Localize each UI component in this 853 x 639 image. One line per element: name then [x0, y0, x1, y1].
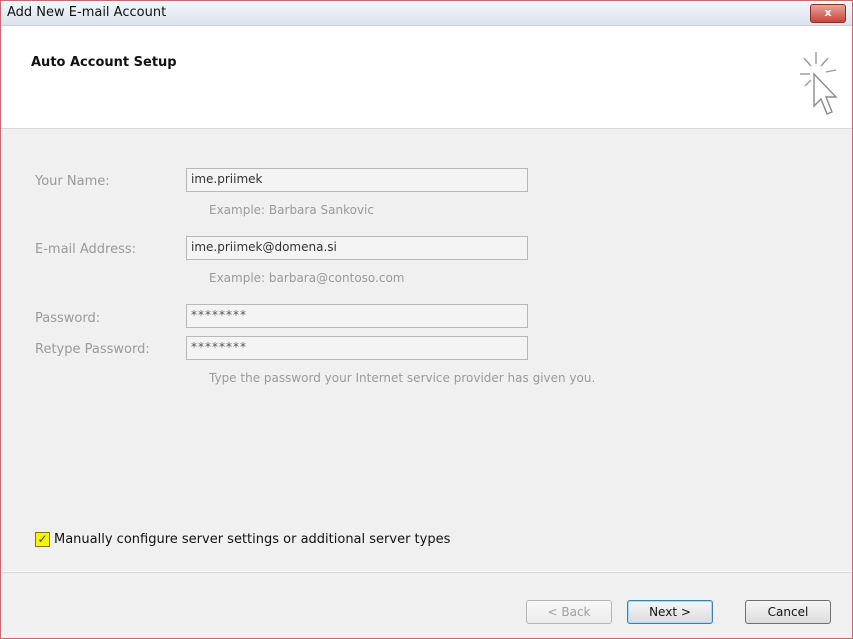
password-label: Password: [35, 311, 101, 326]
next-button[interactable]: Next > [627, 600, 713, 624]
manual-config-label[interactable]: Manually configure server settings or ad… [54, 532, 450, 547]
password-field[interactable]: ******** [186, 304, 528, 328]
form-area: Your Name: ime.priimek Example: Barbara … [1, 129, 852, 571]
email-example: Example: barbara@contoso.com [209, 271, 405, 285]
page-title: Auto Account Setup [31, 55, 177, 70]
name-label: Your Name: [35, 174, 110, 189]
window-title: Add New E-mail Account [7, 5, 167, 20]
close-button[interactable]: x [810, 4, 846, 23]
name-example: Example: Barbara Sankovic [209, 203, 374, 217]
retype-password-label: Retype Password: [35, 342, 150, 357]
back-button[interactable]: < Back [526, 600, 612, 624]
name-field[interactable]: ime.priimek [186, 168, 528, 192]
manual-config-checkbox[interactable]: ✓ [35, 532, 50, 547]
title-bar: Add New E-mail Account x [1, 1, 852, 26]
email-field[interactable]: ime.priimek@domena.si [186, 236, 528, 260]
wizard-header: Auto Account Setup [1, 26, 852, 129]
email-label: E-mail Address: [35, 242, 137, 257]
cancel-button[interactable]: Cancel [745, 600, 831, 624]
retype-password-field[interactable]: ******** [186, 336, 528, 360]
wizard-cursor-icon [800, 52, 838, 115]
add-email-account-dialog: Add New E-mail Account x Auto Account Se… [0, 0, 853, 639]
password-hint: Type the password your Internet service … [209, 371, 596, 385]
button-bar: < Back Next > Cancel [1, 572, 852, 638]
